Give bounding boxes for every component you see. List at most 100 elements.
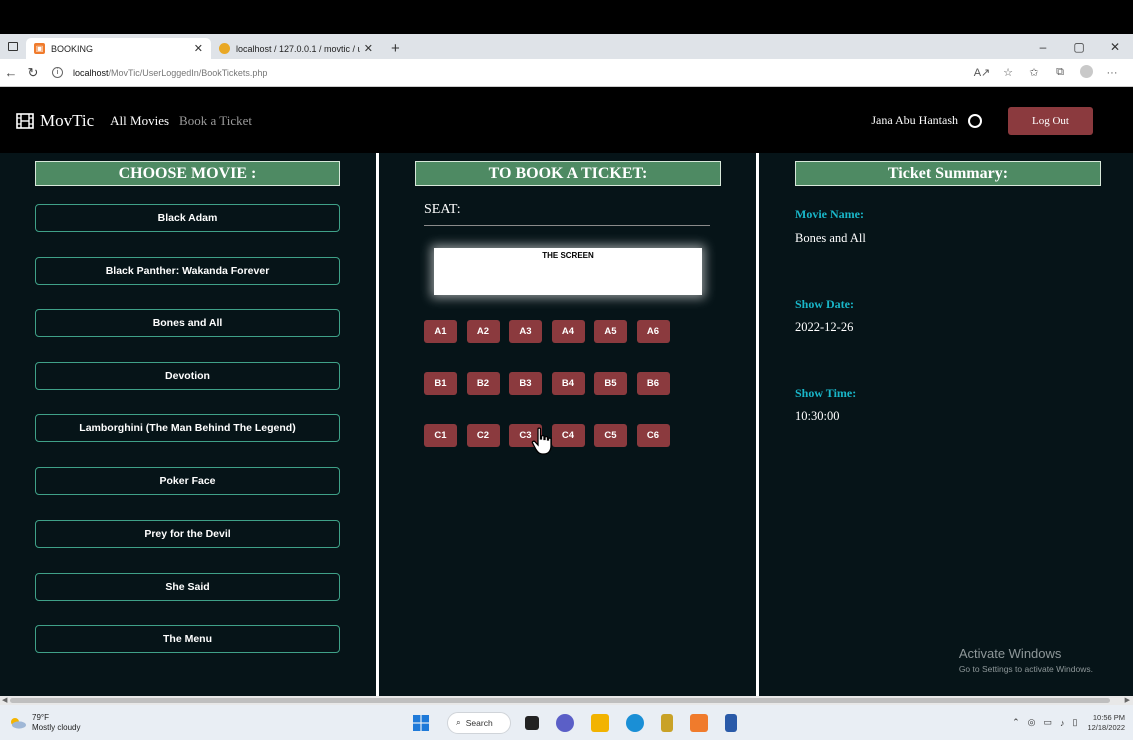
scroll-thumb[interactable] <box>10 698 1110 703</box>
windows-start-icon[interactable] <box>412 714 430 732</box>
weather-desc: Mostly cloudy <box>32 722 81 732</box>
notepad-icon[interactable] <box>661 713 673 732</box>
nav-right: Jana Abu Hantash Log Out <box>871 106 1133 135</box>
monitor-icon[interactable]: ▭ <box>1043 717 1052 728</box>
task-view-icon[interactable] <box>525 715 539 730</box>
back-icon[interactable]: ← <box>0 65 22 80</box>
battery-icon[interactable]: ▯ <box>1073 717 1078 728</box>
show-time-value: 10:30:00 <box>795 409 840 423</box>
seat-button[interactable]: B1 <box>424 372 457 395</box>
choose-movie-column: CHOOSE MOVIE : Black Adam Black Panther:… <box>0 153 376 696</box>
seat-button[interactable]: A2 <box>466 320 500 343</box>
favorites-icon[interactable]: ✩ <box>1021 66 1047 79</box>
weather-temp: 79°F <box>32 712 49 722</box>
chat-icon[interactable] <box>556 713 574 732</box>
book-ticket-column: TO BOOK A TICKET: SEAT: THE SCREEN A1 A2 A… <box>379 153 756 696</box>
favorite-add-icon[interactable]: ☆ <box>995 66 1021 79</box>
user-circle-icon[interactable] <box>968 113 982 128</box>
ticket-summary-column: Ticket Summary: Movie Name: Bones and Al… <box>759 153 1133 696</box>
info-icon[interactable]: i <box>52 67 63 78</box>
top-black-strip <box>0 0 1133 34</box>
chevron-up-icon[interactable]: ⌃ <box>1012 717 1020 728</box>
seat-button[interactable]: C6 <box>636 424 670 447</box>
horizontal-scrollbar[interactable]: ◀ ▶ <box>0 696 1133 705</box>
close-icon[interactable]: ✕ <box>194 42 203 55</box>
more-icon[interactable]: ··· <box>1099 67 1125 79</box>
choose-movie-title: CHOOSE MOVIE : <box>35 161 340 186</box>
scroll-left-icon[interactable]: ◀ <box>2 696 7 704</box>
seat-button[interactable]: B5 <box>594 372 627 395</box>
cinema-screen: THE SCREEN <box>434 248 702 295</box>
close-window-icon[interactable]: ✕ <box>1097 40 1133 54</box>
read-aloud-icon[interactable]: A↗ <box>969 66 995 79</box>
document-icon[interactable] <box>725 713 737 732</box>
seat-button[interactable]: B2 <box>466 372 500 395</box>
clock[interactable]: 10:56 PM 12/18/2022 <box>1087 713 1125 733</box>
seat-button[interactable]: A3 <box>509 320 542 343</box>
seat-button[interactable]: A4 <box>551 320 585 343</box>
tab-label: localhost / 127.0.0.1 / movtic / u <box>236 43 360 54</box>
tab-label: BOOKING <box>51 43 94 54</box>
movie-button[interactable]: Black Panther: Wakanda Forever <box>35 257 340 285</box>
seat-underline <box>424 225 710 226</box>
system-tray: ⌃ ◎ ▭ ♪ ▯ 10:56 PM 12/18/2022 <box>1004 705 1125 740</box>
seat-button[interactable]: C5 <box>594 424 627 447</box>
refresh-icon[interactable]: ↻ <box>22 65 44 81</box>
taskbar-search[interactable]: ⌕ Search <box>447 711 511 734</box>
seat-button[interactable]: C2 <box>466 424 500 447</box>
activate-windows-watermark: Activate Windows Go to Settings to activ… <box>959 646 1093 674</box>
seat-button[interactable]: C4 <box>551 424 585 447</box>
address-bar-icons: A↗ ☆ ✩ ⧉ ··· <box>969 64 1125 81</box>
show-date-label: Show Date: <box>795 297 854 311</box>
booking-favicon-icon: ▣ <box>34 43 45 54</box>
tab-actions-icon[interactable] <box>0 34 26 59</box>
new-tab-icon[interactable]: + <box>381 38 410 59</box>
url-field[interactable]: i localhost/MovTic/UserLoggedIn/BookTick… <box>52 67 969 78</box>
edge-browser-icon[interactable] <box>626 713 644 732</box>
movie-button[interactable]: She Said <box>35 573 340 601</box>
nav-book-a-ticket[interactable]: Book a Ticket <box>179 113 252 129</box>
movie-name-value: Bones and All <box>795 231 866 245</box>
search-label: Search <box>465 717 493 728</box>
volume-icon[interactable]: ♪ <box>1060 718 1065 728</box>
book-ticket-title: TO BOOK A TICKET: <box>415 161 721 186</box>
phpmyadmin-favicon-icon <box>219 43 230 54</box>
seat-button[interactable]: B6 <box>636 372 670 395</box>
url-path: /MovTic/UserLoggedIn/BookTickets.php <box>108 67 268 78</box>
brand[interactable]: MovTic <box>16 111 94 131</box>
collections-icon[interactable]: ⧉ <box>1047 66 1073 79</box>
seat-button[interactable]: C1 <box>424 424 457 447</box>
windows-taskbar: 79°F Mostly cloudy ⌕ Search ⌃ ◎ ▭ ♪ ▯ 10… <box>0 705 1133 740</box>
watermark-line1: Activate Windows <box>958 646 1062 661</box>
movie-button[interactable]: Devotion <box>35 362 340 390</box>
movie-button[interactable]: The Menu <box>35 625 340 653</box>
window-controls: – ▢ ✕ <box>1025 34 1133 59</box>
seat-button[interactable]: A1 <box>424 320 457 343</box>
network-icon[interactable]: ◎ <box>1028 717 1036 728</box>
movie-button[interactable]: Poker Face <box>35 467 340 495</box>
minimize-icon[interactable]: – <box>1025 40 1061 54</box>
scroll-right-icon[interactable]: ▶ <box>1125 696 1130 704</box>
maximize-icon[interactable]: ▢ <box>1061 40 1097 54</box>
profile-icon[interactable] <box>1073 64 1099 81</box>
movie-button[interactable]: Prey for the Devil <box>35 520 340 548</box>
taskbar-apps: ⌕ Search <box>412 705 754 740</box>
site-navbar: MovTic All Movies Book a Ticket Jana Abu… <box>0 88 1133 153</box>
seat-button[interactable]: A6 <box>636 320 670 343</box>
seat-button[interactable]: B3 <box>509 372 542 395</box>
tab-booking[interactable]: ▣ BOOKING ✕ <box>26 38 211 59</box>
movie-button[interactable]: Black Adam <box>35 204 340 232</box>
xampp-icon[interactable] <box>690 713 708 732</box>
browser-tab-bar: ▣ BOOKING ✕ localhost / 127.0.0.1 / movt… <box>0 34 1133 59</box>
seat-button[interactable]: B4 <box>551 372 585 395</box>
file-explorer-icon[interactable] <box>591 713 609 732</box>
username: Jana Abu Hantash <box>871 113 958 127</box>
weather-widget[interactable]: 79°F Mostly cloudy <box>8 713 80 733</box>
close-icon[interactable]: ✕ <box>364 42 373 55</box>
tab-phpmyadmin[interactable]: localhost / 127.0.0.1 / movtic / u ✕ <box>211 38 381 59</box>
movie-button[interactable]: Bones and All <box>35 309 340 337</box>
seat-button[interactable]: A5 <box>594 320 627 343</box>
nav-all-movies[interactable]: All Movies <box>110 113 169 129</box>
logout-button[interactable]: Log Out <box>1008 106 1093 135</box>
movie-button[interactable]: Lamborghini (The Man Behind The Legend) <box>35 414 340 442</box>
